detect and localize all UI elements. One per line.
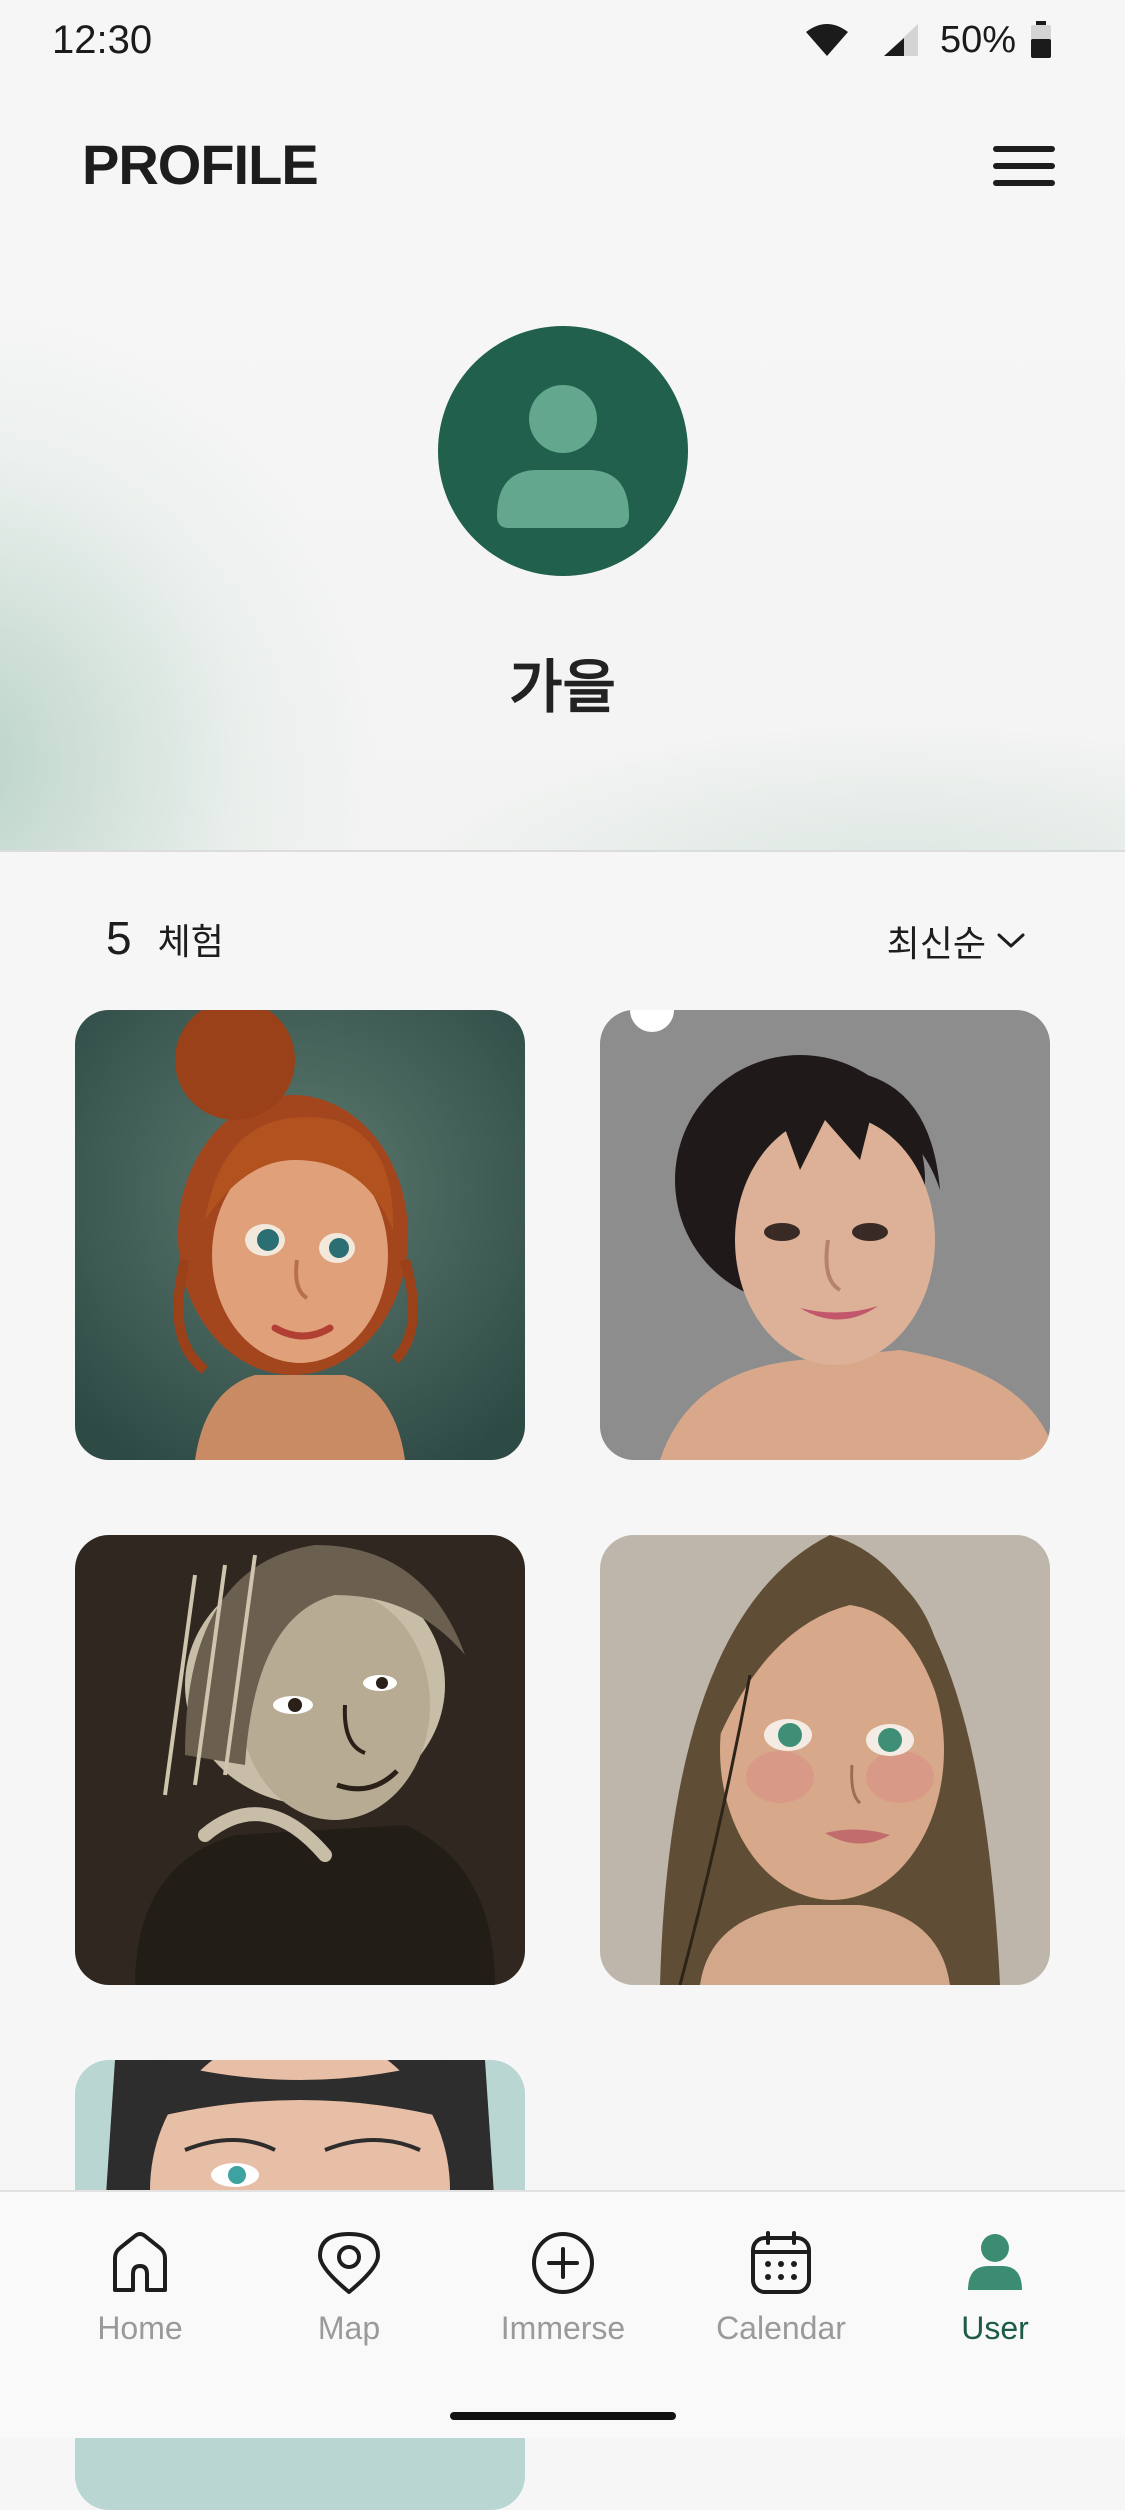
map-pin-icon: [318, 2232, 380, 2294]
nav-label-map: Map: [317, 2310, 381, 2346]
home-icon: [113, 2232, 167, 2292]
avatar[interactable]: [438, 326, 688, 576]
nav-item-user[interactable]: User: [895, 2230, 1095, 2360]
bottom-nav: Home Map Immerse Calendar User: [0, 2190, 1125, 2438]
status-time: 12:30: [52, 18, 153, 62]
home-indicator[interactable]: [450, 2412, 676, 2420]
nav-label-user: User: [961, 2310, 1029, 2346]
nav-item-home[interactable]: Home: [40, 2230, 240, 2360]
user-icon: [968, 2234, 1022, 2290]
experience-count-label: 체험: [157, 921, 224, 962]
cellular-icon: [883, 24, 918, 56]
portrait-image-red-hair: [75, 1010, 525, 1460]
experience-count-number: 5: [106, 912, 132, 964]
nav-label-immerse: Immerse: [500, 2310, 626, 2346]
nav-item-immerse[interactable]: Immerse: [463, 2230, 663, 2360]
nav-label-calendar: Calendar: [716, 2310, 846, 2346]
experience-card-3[interactable]: [75, 1535, 525, 1985]
nav-label-home: Home: [97, 2310, 183, 2346]
sort-dropdown[interactable]: 최신순: [887, 915, 1026, 967]
portrait-image-dark-bangs: [600, 1010, 1050, 1460]
page-title: PROFILE: [82, 133, 319, 196]
experience-list-header: 5 체험 최신순: [0, 905, 1125, 965]
experience-card-2[interactable]: [600, 1010, 1050, 1460]
person-icon: [497, 385, 629, 528]
nav-item-map[interactable]: Map: [249, 2230, 449, 2360]
wifi-icon: [805, 24, 848, 56]
experience-count: 5 체험: [106, 911, 224, 965]
battery-percent: 50%: [939, 18, 1016, 61]
portrait-image-sketch: [75, 1535, 525, 1985]
status-icons: 50%: [804, 18, 1052, 62]
experience-card-4[interactable]: [600, 1535, 1050, 1985]
user-name: 가을: [509, 655, 616, 720]
portrait-image-long-brown-hair: [600, 1535, 1050, 1985]
profile-hero: 가을: [0, 240, 1125, 852]
nav-item-calendar[interactable]: Calendar: [681, 2230, 881, 2360]
app-header: PROFILE: [0, 110, 1125, 220]
calendar-icon: [751, 2231, 811, 2294]
chevron-down-icon: [997, 933, 1025, 948]
hamburger-menu-icon[interactable]: [993, 146, 1055, 190]
plus-circle-icon: [532, 2232, 594, 2294]
battery-icon: [1031, 21, 1051, 58]
experience-card-1[interactable]: [75, 1010, 525, 1460]
status-bar: 12:30 50%: [0, 0, 1125, 80]
sort-label: 최신순: [886, 923, 986, 964]
